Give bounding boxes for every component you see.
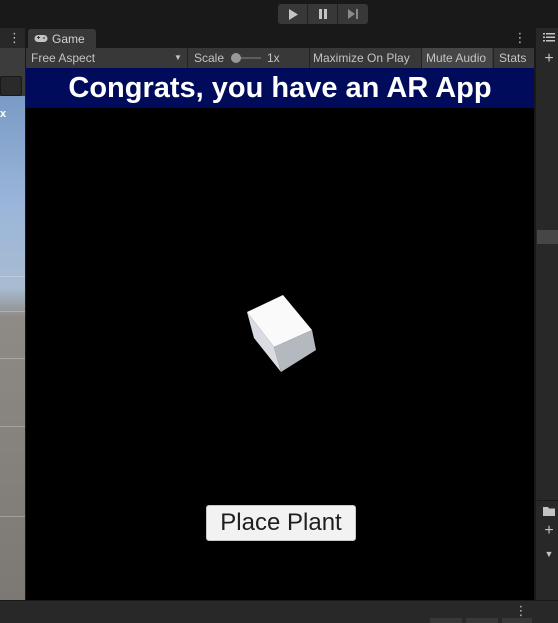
pause-icon [318,9,327,19]
scene-gizmo-label: x [0,108,7,120]
bottom-toolbar-button[interactable] [466,618,498,623]
cube-object [247,295,316,372]
bottom-panel-menu-icon[interactable]: ⋮ [513,603,529,619]
folder-icon[interactable] [540,503,558,521]
mute-audio-toggle[interactable]: Mute Audio [421,48,492,68]
scrollbar-thumb[interactable] [537,230,558,244]
bottom-toolbar-button[interactable] [430,618,462,623]
aspect-value: Free Aspect [31,51,96,65]
scale-slider-handle[interactable] [231,53,241,63]
step-icon [347,9,358,19]
maximize-on-play-toggle[interactable]: Maximize On Play [310,48,420,68]
stats-toggle[interactable]: Stats [493,48,534,68]
scene-viewport[interactable]: x [0,96,25,600]
chevron-down-icon: ▼ [174,53,182,62]
scale-label: Scale [194,51,225,65]
bottom-toolbar-button[interactable] [502,618,532,623]
tab-game-label: Game [52,31,85,46]
place-plant-label: Place Plant [220,509,342,536]
step-button[interactable] [338,4,368,24]
scene-search-field[interactable] [0,76,22,96]
scene-panel: ⋮ x [0,28,25,600]
scale-value: 1x [267,51,280,65]
scene-panel-header: ⋮ [0,28,25,48]
aspect-dropdown[interactable]: Free Aspect [26,48,188,68]
play-controls [278,4,368,24]
play-icon [288,8,298,20]
add-asset-icon[interactable]: + [540,522,558,540]
banner-text: Congrats, you have an AR App [68,71,492,104]
add-icon[interactable]: + [540,50,558,68]
play-button[interactable] [278,4,308,24]
scene-menu-icon[interactable]: ⋮ [8,30,21,46]
game-tab-bar [26,28,534,48]
list-icon[interactable] [540,29,558,47]
gamepad-icon [34,35,48,42]
pause-button[interactable] [308,4,338,24]
expand-arrow-icon[interactable]: ▼ [540,545,558,563]
tab-game[interactable]: Game [28,29,96,48]
congrats-banner: Congrats, you have an AR App [26,68,534,108]
place-plant-button[interactable]: Place Plant [206,505,356,541]
game-panel-menu-icon[interactable]: ⋮ [512,30,528,46]
